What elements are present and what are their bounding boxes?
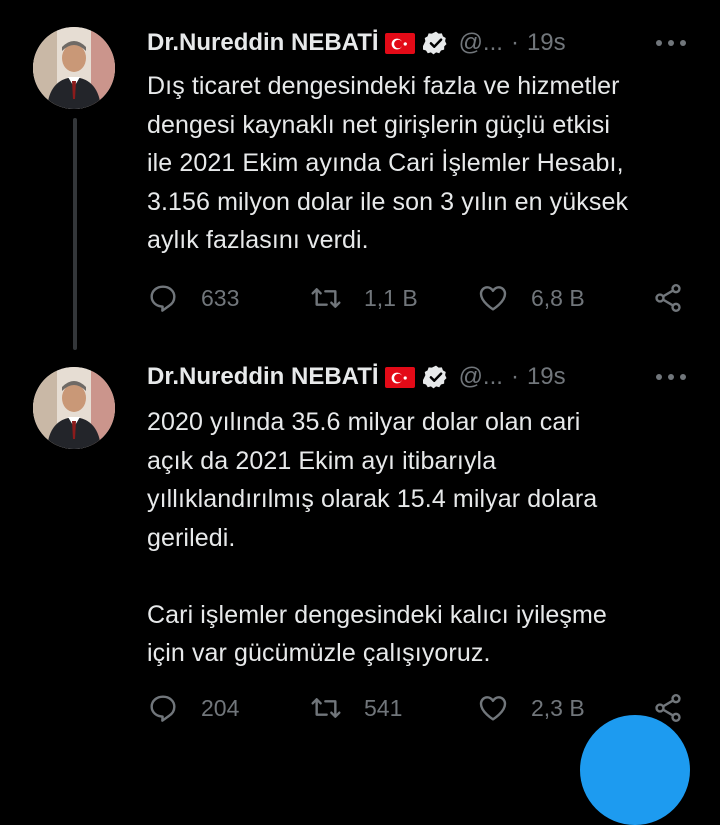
like-button[interactable]: 2,3 B [477,688,585,728]
more-icon[interactable] [656,357,686,397]
like-count: 6,8 B [531,284,585,311]
verified-badge-icon [422,364,449,390]
heart-icon [479,696,507,721]
author-name[interactable]: Dr.Nureddin NEBATİ [147,363,379,391]
retweet-button[interactable]: 541 [310,688,402,728]
retweet-icon [311,288,341,308]
reply-icon [150,695,176,722]
author-handle[interactable]: @... [459,363,503,391]
tweet[interactable]: Dr.Nureddin NEBATİ @... · 19s Dış ticare… [0,0,720,350]
tweet[interactable]: Dr.Nureddin NEBATİ @... · 19s 2020 yılın… [0,340,720,745]
retweet-count: 1,1 B [364,284,418,311]
reply-icon [150,285,176,312]
heart-icon [479,286,507,311]
avatar-image [33,27,115,109]
reply-button[interactable]: 204 [147,688,239,728]
tweet-text: 2020 yılında 35.6 milyar dolar olan cari… [147,408,607,667]
tweet-time[interactable]: 19s [527,29,566,57]
compose-tweet-button[interactable] [580,715,690,825]
share-button[interactable] [652,278,706,318]
tweet-text: Dış ticaret dengesindeki fazla ve hizmet… [147,72,629,254]
retweet-count: 541 [364,694,403,721]
tweet-header: Dr.Nureddin NEBATİ @... · 19s [147,357,700,397]
reply-count: 204 [201,694,240,721]
turkey-flag-icon [384,33,415,54]
author-handle[interactable]: @... [459,29,503,57]
retweet-icon [311,698,341,718]
thread-line [73,118,77,350]
tweet-actions: 633 1,1 B 6,8 B [147,278,692,318]
separator-dot: · [510,29,519,56]
more-icon[interactable] [656,23,686,63]
avatar[interactable] [33,27,115,109]
avatar[interactable] [33,367,115,449]
avatar-image [33,367,115,449]
separator-dot: · [510,363,519,390]
share-icon [655,284,681,312]
reply-count: 633 [201,284,240,311]
author-name[interactable]: Dr.Nureddin NEBATİ [147,29,379,57]
like-button[interactable]: 6,8 B [477,278,585,318]
turkey-flag-icon [384,367,415,388]
reply-button[interactable]: 633 [147,278,239,318]
tweet-header: Dr.Nureddin NEBATİ @... · 19s [147,23,700,63]
like-count: 2,3 B [531,694,585,721]
tweet-time[interactable]: 19s [527,363,566,391]
verified-badge-icon [422,30,449,56]
retweet-button[interactable]: 1,1 B [310,278,418,318]
